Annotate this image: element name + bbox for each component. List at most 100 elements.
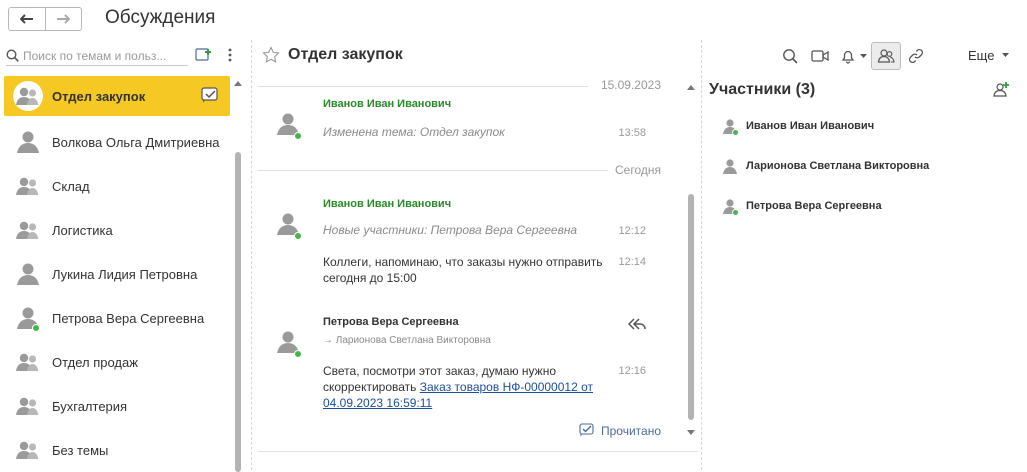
video-call-button[interactable] [805,42,835,70]
conversation-item[interactable]: Без темы [4,428,230,472]
message: Иванов Иван Иванович Изменена тема: Отде… [268,98,668,148]
participant-name: Иванов Иван Иванович [746,120,875,132]
conversation-list: Отдел закупок Волкова Ольга Дмитриевна С… [4,76,230,472]
chat-scrollbar[interactable] [687,84,695,440]
read-status[interactable]: Прочитано [579,423,661,438]
forward-recipient: → Ларионова Светлана Викторовна [323,335,491,346]
message-text: Света, посмотри этот заказ, думаю нужно … [323,364,593,410]
scroll-up-icon[interactable] [234,80,242,86]
group-avatar-icon [12,170,44,202]
search-icon [6,49,19,62]
bell-icon [841,50,854,64]
star-icon[interactable] [262,46,280,64]
chat-header: Отдел закупок [262,46,403,64]
read-status-label: Прочитано [601,423,661,438]
date-divider [258,170,608,171]
new-discussion-button[interactable] [195,47,213,68]
conversation-item[interactable]: Отдел продаж [4,340,230,384]
conversation-label: Без темы [52,442,109,458]
user-avatar-icon [12,302,44,334]
search-button[interactable] [775,42,805,70]
search-box [6,46,188,66]
scroll-up-icon[interactable] [687,84,695,90]
conversation-item[interactable]: Лукина Лидия Петровна [4,252,230,296]
conversation-label: Склад [52,178,90,194]
group-avatar-icon [12,346,44,378]
date-label: 15.09.2023 [600,78,661,92]
conversation-item[interactable]: Бухгалтерия [4,384,230,428]
chat-title: Отдел закупок [288,46,403,63]
user-avatar-icon [720,116,740,136]
search-input[interactable] [23,48,183,63]
conversation-label: Бухгалтерия [52,398,128,414]
user-avatar-icon [720,196,740,216]
online-indicator-icon [732,209,739,216]
group-avatar-icon [12,434,44,466]
participant-item[interactable]: Петрова Вера Сергеевна [720,196,882,216]
online-indicator-icon [32,324,40,332]
participants-icon [877,49,895,63]
add-participant-button[interactable] [992,81,1010,102]
new-chat-icon [195,48,211,61]
message-author[interactable]: Петрова Вера Сергеевна [323,316,459,328]
title-bar: Обсуждения [0,0,1027,38]
user-avatar-icon [720,156,740,176]
reply-all-icon[interactable] [628,318,646,330]
user-avatar-icon [272,108,304,140]
message-time: 12:14 [618,256,646,268]
arrow-left-icon [19,14,33,24]
date-label: Сегодня [615,163,661,177]
conversation-label: Отдел закупок [52,88,146,104]
search-icon [783,49,798,64]
more-menu-button[interactable] [228,48,232,67]
participant-item[interactable]: Иванов Иван Иванович [720,116,874,136]
conversations-panel: Отдел закупок Волкова Ольга Дмитриевна С… [0,40,250,472]
message-time: 13:58 [618,127,646,139]
chevron-down-icon [1002,53,1010,57]
message-text: Коллеги, напоминаю, что заказы нужно отп… [323,255,603,285]
user-avatar-icon [272,326,304,358]
system-message: Изменена тема: Отдел закупок [323,125,505,139]
window-title: Обсуждения [105,7,216,28]
conversation-item[interactable]: Волкова Ольга Дмитриевна [4,120,230,164]
conversation-item[interactable]: Логистика [4,208,230,252]
more-actions-button[interactable]: Еще [968,48,1010,63]
message-time: 12:12 [618,225,646,237]
arrow-right-icon [57,14,71,24]
forward-button[interactable] [44,8,82,30]
message-input-divider [258,451,698,452]
message-author[interactable]: Иванов Иван Иванович [323,198,451,210]
message-author[interactable]: Иванов Иван Иванович [323,98,451,110]
scrollbar-thumb[interactable] [235,152,241,472]
copy-link-button[interactable] [901,42,931,70]
online-indicator-icon [294,132,302,140]
system-message: Новые участники: Петрова Вера Сергеевна [323,223,578,237]
scroll-down-icon[interactable] [687,430,695,436]
online-indicator-icon [294,350,302,358]
conversation-item[interactable]: Склад [4,164,230,208]
user-avatar-icon [12,126,44,158]
message: Петрова Вера Сергеевна → Ларионова Светл… [268,316,668,416]
kebab-icon [228,48,232,62]
notifications-button[interactable] [835,42,871,70]
conversation-scrollbar[interactable] [234,80,242,472]
conversation-label: Волкова Ольга Дмитриевна [52,134,220,150]
participant-item[interactable]: Ларионова Светлана Викторовна [720,156,929,176]
participant-name: Петрова Вера Сергеевна [746,200,882,212]
scrollbar-thumb[interactable] [688,194,694,420]
conversation-item[interactable]: Отдел закупок [4,76,230,116]
back-button[interactable] [9,8,45,30]
chevron-down-icon [859,53,867,58]
message: Иванов Иван Иванович Новые участники: Пе… [268,198,668,298]
video-camera-icon [811,50,829,62]
read-check-icon [579,423,594,437]
participants-toggle-button[interactable] [871,42,901,70]
conversation-label: Лукина Лидия Петровна [52,266,198,282]
group-avatar-icon [12,390,44,422]
conversation-item[interactable]: Петрова Вера Сергеевна [4,296,230,340]
mark-read-icon[interactable] [200,85,220,110]
online-indicator-icon [732,129,739,136]
participants-panel: Участники (3) Иванов Иван Иванович Ларио… [704,72,1027,470]
user-avatar-icon [272,208,304,240]
participants-title: Участники (3) [709,81,816,98]
